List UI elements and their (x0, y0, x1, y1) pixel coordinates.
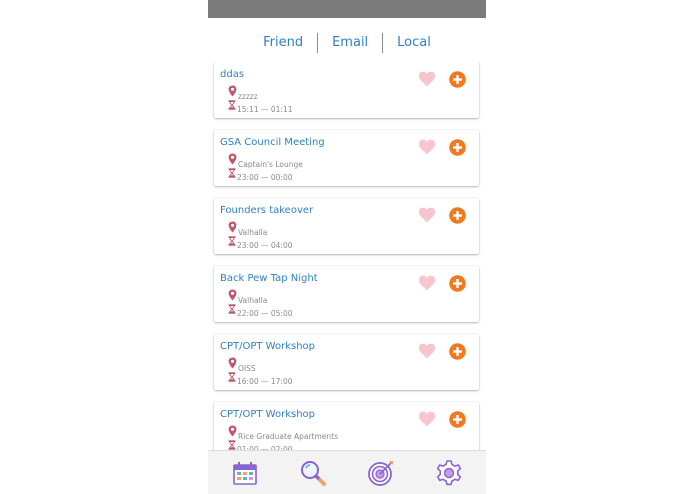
event-title[interactable]: CPT/OPT Workshop (220, 409, 315, 420)
hourglass-icon (228, 435, 236, 450)
event-title[interactable]: Back Pew Tap Night (220, 273, 318, 284)
bottom-nav (208, 450, 486, 494)
event-location: Valhalla (238, 296, 268, 305)
event-time-row: 15:11 — 01:11 (228, 100, 293, 114)
event-card[interactable]: Back Pew Tap Night Valhalla 22:00 — 05:00 (214, 266, 479, 322)
event-location: Rice Graduate Apartments (238, 432, 338, 441)
tab-email[interactable]: Email (317, 33, 382, 53)
event-time-row: 23:00 — 04:00 (228, 236, 293, 250)
event-location: Valhalla (238, 228, 268, 237)
event-card[interactable]: Founders takeover Valhalla 23:00 — 04:00 (214, 198, 479, 254)
event-location: zzzzz (238, 92, 258, 101)
event-card[interactable]: ddas zzzzz 15:11 — 01:11 (214, 62, 479, 118)
plus-circle-icon[interactable] (449, 411, 466, 428)
search-icon[interactable] (298, 458, 328, 488)
event-location-row: Rice Graduate Apartments (228, 425, 338, 441)
event-card[interactable]: CPT/OPT Workshop Rice Graduate Apartments… (214, 402, 479, 450)
plus-circle-icon[interactable] (449, 343, 466, 360)
hourglass-icon (228, 367, 236, 386)
hourglass-icon (228, 299, 236, 318)
gear-icon[interactable] (434, 458, 464, 488)
event-time: 22:00 — 05:00 (237, 309, 293, 318)
event-time-row: 16:00 — 17:00 (228, 372, 293, 386)
tab-local[interactable]: Local (382, 33, 445, 53)
plus-circle-icon[interactable] (449, 139, 466, 156)
heart-icon[interactable] (418, 71, 436, 87)
event-time: 23:00 — 04:00 (237, 241, 293, 250)
event-time: 15:11 — 01:11 (237, 105, 293, 114)
source-tabs: Friend Email Local (208, 32, 486, 54)
heart-icon[interactable] (418, 343, 436, 359)
event-title[interactable]: GSA Council Meeting (220, 137, 325, 148)
hourglass-icon (228, 231, 236, 250)
heart-icon[interactable] (418, 411, 436, 427)
hourglass-icon (228, 163, 236, 182)
plus-circle-icon[interactable] (449, 207, 466, 224)
heart-icon[interactable] (418, 207, 436, 223)
event-time-row: 01:00 — 02:00 (228, 440, 293, 450)
event-location: Captain's Lounge (238, 160, 303, 169)
event-time: 16:00 — 17:00 (237, 377, 293, 386)
phone-screen: Friend Email Local ddas zzzzz 15:11 — 01:1… (208, 0, 486, 494)
hourglass-icon (228, 95, 236, 114)
tab-friend[interactable]: Friend (249, 33, 317, 53)
heart-icon[interactable] (418, 275, 436, 291)
event-card[interactable]: GSA Council Meeting Captain's Lounge 23:00… (214, 130, 479, 186)
event-time: 23:00 — 00:00 (237, 173, 293, 182)
event-card[interactable]: CPT/OPT Workshop OISS 16:00 — 17:00 (214, 334, 479, 390)
plus-circle-icon[interactable] (449, 275, 466, 292)
calendar-grid-icon[interactable] (230, 458, 260, 488)
event-title[interactable]: ddas (220, 69, 244, 80)
event-title[interactable]: CPT/OPT Workshop (220, 341, 315, 352)
event-location-row: Captain's Lounge (228, 153, 303, 169)
event-list[interactable]: ddas zzzzz 15:11 — 01:11 GSA Council Meetin… (208, 62, 486, 450)
event-title[interactable]: Founders takeover (220, 205, 313, 216)
event-time-row: 23:00 — 00:00 (228, 168, 293, 182)
plus-circle-icon[interactable] (449, 71, 466, 88)
event-time-row: 22:00 — 05:00 (228, 304, 293, 318)
status-bar (208, 0, 486, 18)
heart-icon[interactable] (418, 139, 436, 155)
target-icon[interactable] (366, 458, 396, 488)
event-location: OISS (238, 364, 256, 373)
